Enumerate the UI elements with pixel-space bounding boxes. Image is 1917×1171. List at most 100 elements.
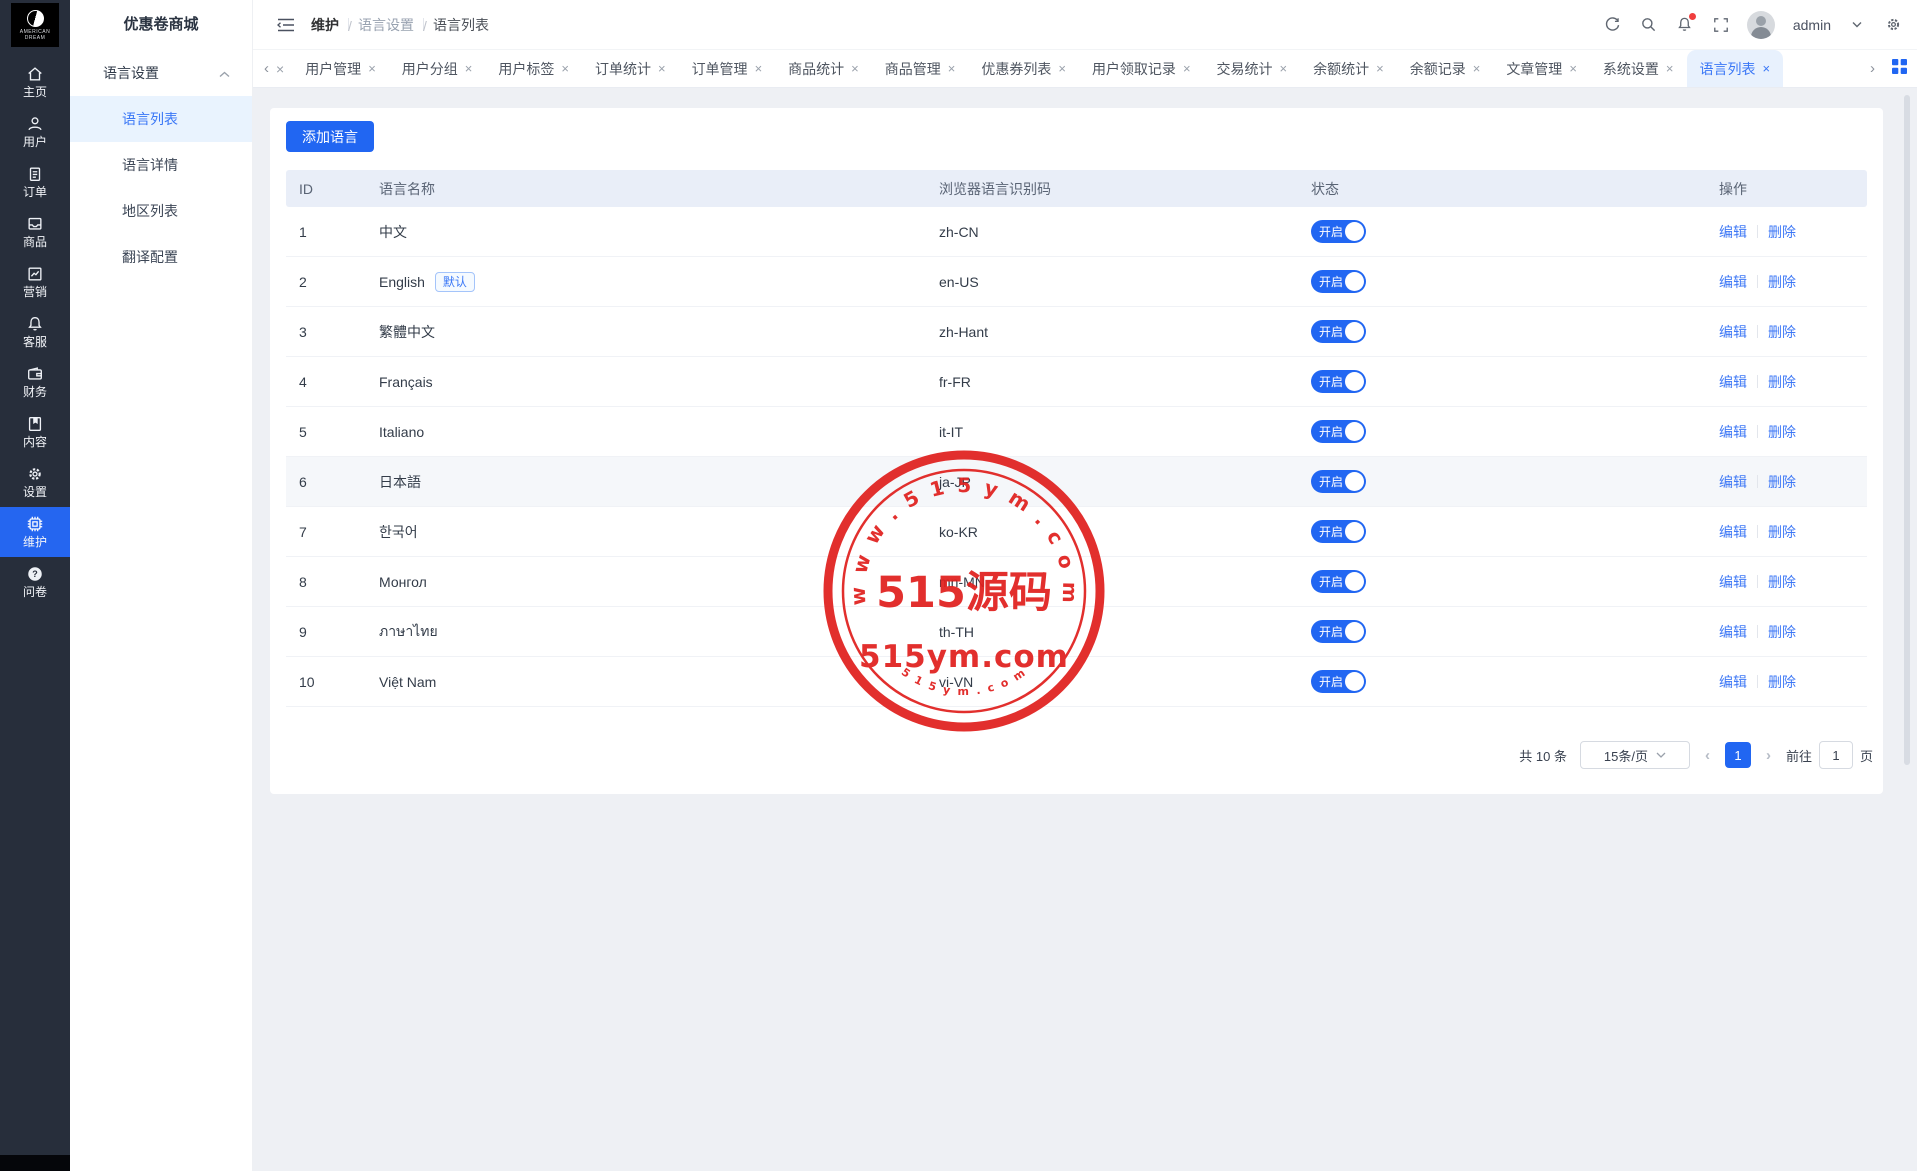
status-toggle[interactable]: 开启	[1311, 320, 1366, 343]
tab-close-icon[interactable]: ×	[368, 61, 376, 76]
rail-item-content[interactable]: 内容	[0, 407, 70, 457]
tab-close-icon[interactable]: ×	[1280, 61, 1288, 76]
status-toggle[interactable]: 开启	[1311, 470, 1366, 493]
edit-link[interactable]: 编辑	[1719, 272, 1747, 292]
tabs-scroll-left-icon[interactable]: ‹	[259, 60, 274, 77]
app-title: 优惠卷商城	[70, 0, 252, 50]
status-toggle[interactable]: 开启	[1311, 370, 1366, 393]
rail-item-service[interactable]: 客服	[0, 307, 70, 357]
tab[interactable]: 订单管理 ×	[679, 50, 776, 87]
tab[interactable]: 订单统计 ×	[582, 50, 679, 87]
sidebar-group-language-settings[interactable]: 语言设置	[70, 50, 252, 96]
tab[interactable]: 商品管理 ×	[872, 50, 969, 87]
delete-link[interactable]: 删除	[1768, 422, 1796, 442]
tab-close-icon[interactable]: ×	[1473, 61, 1481, 76]
rail-item-survey[interactable]: ? 问卷	[0, 557, 70, 607]
tab-close-icon[interactable]: ×	[658, 61, 666, 76]
tab[interactable]: 用户领取记录 ×	[1079, 50, 1204, 87]
delete-link[interactable]: 删除	[1768, 472, 1796, 492]
rail-item-products[interactable]: 商品	[0, 207, 70, 257]
tab-close-icon[interactable]: ×	[851, 61, 859, 76]
rail-item-users[interactable]: 用户	[0, 107, 70, 157]
rail-item-maintenance[interactable]: 维护	[0, 507, 70, 557]
prev-page-icon[interactable]: ‹	[1703, 747, 1712, 764]
tab[interactable]: 文章管理 ×	[1493, 50, 1590, 87]
rail-item-home[interactable]: 主页	[0, 57, 70, 107]
edit-link[interactable]: 编辑	[1719, 472, 1747, 492]
delete-link[interactable]: 删除	[1768, 522, 1796, 542]
status-toggle[interactable]: 开启	[1311, 670, 1366, 693]
tab-close-icon[interactable]: ×	[1569, 61, 1577, 76]
edit-link[interactable]: 编辑	[1719, 322, 1747, 342]
status-toggle[interactable]: 开启	[1311, 570, 1366, 593]
tab-close-icon[interactable]: ×	[755, 61, 763, 76]
username-label[interactable]: admin	[1793, 17, 1831, 33]
user-avatar[interactable]	[1747, 11, 1775, 39]
tab[interactable]: 交易统计 ×	[1204, 50, 1301, 87]
edit-link[interactable]: 编辑	[1719, 222, 1747, 242]
tab-close-icon[interactable]: ×	[1183, 61, 1191, 76]
breadcrumb-level2[interactable]: 语言设置	[358, 15, 414, 35]
collapse-sidebar-icon[interactable]	[277, 18, 295, 32]
rail-item-orders[interactable]: 订单	[0, 157, 70, 207]
breadcrumb-level1[interactable]: 维护	[311, 15, 339, 35]
search-icon[interactable]	[1639, 15, 1659, 35]
edit-link[interactable]: 编辑	[1719, 622, 1747, 642]
status-toggle[interactable]: 开启	[1311, 220, 1366, 243]
refresh-icon[interactable]	[1603, 15, 1623, 35]
edit-link[interactable]: 编辑	[1719, 672, 1747, 692]
tab-actions-grid-icon[interactable]	[1892, 59, 1907, 79]
tab[interactable]: 余额统计 ×	[1300, 50, 1397, 87]
tab[interactable]: 用户分组 ×	[389, 50, 486, 87]
tab-close-icon[interactable]: ×	[1058, 61, 1066, 76]
delete-link[interactable]: 删除	[1768, 622, 1796, 642]
tab-close-icon[interactable]: ×	[1666, 61, 1674, 76]
delete-link[interactable]: 删除	[1768, 572, 1796, 592]
edit-link[interactable]: 编辑	[1719, 572, 1747, 592]
cell-status: 开启	[1298, 520, 1708, 543]
add-language-button[interactable]: 添加语言	[286, 121, 374, 152]
partial-tab-close-icon[interactable]: ×	[274, 61, 292, 77]
rail-item-settings[interactable]: 设置	[0, 457, 70, 507]
edit-link[interactable]: 编辑	[1719, 372, 1747, 392]
page-number-button[interactable]: 1	[1725, 742, 1751, 768]
rail-item-finance[interactable]: 财务	[0, 357, 70, 407]
fullscreen-icon[interactable]	[1711, 15, 1731, 35]
tab[interactable]: 优惠券列表 ×	[968, 50, 1079, 87]
notification-bell-icon[interactable]	[1675, 15, 1695, 35]
tab-close-icon[interactable]: ×	[1376, 61, 1384, 76]
status-toggle[interactable]: 开启	[1311, 620, 1366, 643]
delete-link[interactable]: 删除	[1768, 322, 1796, 342]
delete-link[interactable]: 删除	[1768, 672, 1796, 692]
tabs-scroll-right-icon[interactable]: ›	[1865, 60, 1880, 77]
chevron-down-icon[interactable]	[1847, 15, 1867, 35]
sidebar-item-language-list[interactable]: 语言列表	[70, 96, 252, 142]
status-toggle[interactable]: 开启	[1311, 420, 1366, 443]
status-toggle[interactable]: 开启	[1311, 520, 1366, 543]
edit-link[interactable]: 编辑	[1719, 522, 1747, 542]
tab[interactable]: 系统设置 ×	[1590, 50, 1687, 87]
tab-close-icon[interactable]: ×	[1763, 61, 1771, 76]
delete-link[interactable]: 删除	[1768, 222, 1796, 242]
delete-link[interactable]: 删除	[1768, 372, 1796, 392]
settings-gear-icon[interactable]	[1883, 15, 1903, 35]
sidebar-item-language-detail[interactable]: 语言详情	[70, 142, 252, 188]
tab-close-icon[interactable]: ×	[948, 61, 956, 76]
tab[interactable]: 余额记录 ×	[1397, 50, 1494, 87]
goto-page-input[interactable]	[1819, 741, 1853, 769]
tab-close-icon[interactable]: ×	[561, 61, 569, 76]
delete-link[interactable]: 删除	[1768, 272, 1796, 292]
edit-link[interactable]: 编辑	[1719, 422, 1747, 442]
tab[interactable]: 语言列表 ×	[1687, 50, 1784, 87]
rail-item-marketing[interactable]: 营销	[0, 257, 70, 307]
sidebar-item-region-list[interactable]: 地区列表	[70, 188, 252, 234]
tab[interactable]: 用户管理 ×	[292, 50, 389, 87]
next-page-icon[interactable]: ›	[1764, 747, 1773, 764]
status-toggle[interactable]: 开启	[1311, 270, 1366, 293]
tab-close-icon[interactable]: ×	[465, 61, 473, 76]
page-size-select[interactable]: 15条/页	[1580, 741, 1690, 769]
tab[interactable]: 商品统计 ×	[775, 50, 872, 87]
sidebar-item-translation-config[interactable]: 翻译配置	[70, 234, 252, 280]
tab[interactable]: 用户标签 ×	[485, 50, 582, 87]
page-scrollbar[interactable]	[1904, 95, 1910, 765]
